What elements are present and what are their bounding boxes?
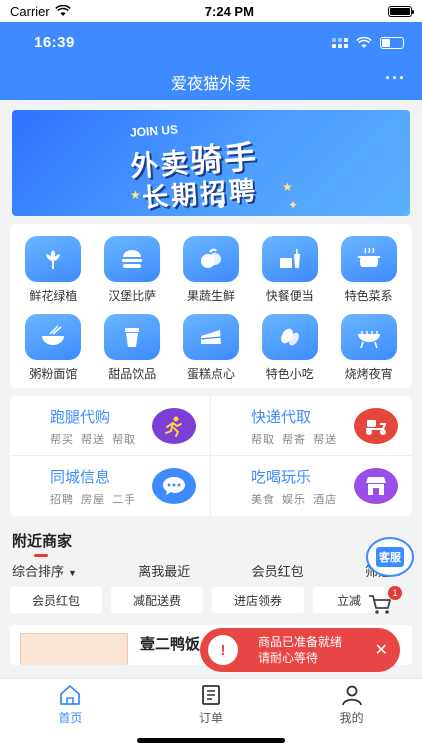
toast-line: 商品已准备就绪: [258, 635, 343, 649]
service-express[interactable]: 快递代取 帮取 帮寄 帮送: [211, 396, 412, 456]
category-label: 果蔬生鲜: [186, 289, 235, 303]
service-local-info[interactable]: 同城信息 招聘 房屋 二手: [10, 456, 211, 516]
category-cake[interactable]: 蛋糕点心: [172, 314, 251, 382]
carrier-group: Carrier: [10, 4, 71, 19]
drink-icon: [104, 314, 161, 360]
app-header: 16:39 爱夜猫外卖 ···: [0, 22, 422, 100]
snack-icon: [261, 314, 318, 360]
cart-button[interactable]: 1: [368, 586, 402, 621]
category-cuisine[interactable]: 特色菜系: [329, 236, 408, 304]
pot-icon: [340, 236, 397, 282]
category-noodles[interactable]: 粥粉面馆: [14, 314, 93, 382]
category-snacks[interactable]: 特色小吃: [250, 314, 329, 382]
sort-comprehensive[interactable]: 综合排序 ▼: [12, 561, 77, 581]
star-icon: ★: [282, 180, 293, 194]
toast-message: 商品已准备就绪 请耐心等待: [258, 634, 342, 666]
grill-icon: [340, 314, 397, 360]
store-icon: [354, 468, 398, 504]
category-label: 蛋糕点心: [186, 367, 235, 381]
tab-label: 首页: [58, 711, 83, 725]
category-label: 粥粉面馆: [29, 367, 78, 381]
bottom-tab-bar: 首页 订单 我的: [0, 678, 422, 750]
signal-icon: [332, 37, 348, 48]
tab-label: 订单: [199, 711, 224, 725]
filter-chip-store-coupon[interactable]: 进店领券: [212, 587, 304, 613]
toast-line: 请耐心等待: [258, 651, 319, 665]
close-icon[interactable]: ✕: [375, 640, 388, 660]
tab-label: 我的: [339, 711, 364, 725]
order-icon: [202, 685, 220, 705]
recruitment-banner[interactable]: JOIN US 外卖骑手 长期招聘 ★ ★ ✦: [12, 110, 410, 216]
flower-icon: [25, 236, 82, 282]
category-fastfood[interactable]: 快餐便当: [250, 236, 329, 304]
services-card: 跑腿代购 帮买 帮送 帮取 快递代取 帮取 帮寄 帮送 同城信息 招聘 房屋 二…: [10, 396, 412, 516]
category-drinks[interactable]: 甜品饮品: [93, 314, 172, 382]
filter-chip-reduced-delivery[interactable]: 减配送费: [111, 587, 203, 613]
home-indicator: [137, 738, 285, 743]
service-errand[interactable]: 跑腿代购 帮买 帮送 帮取: [10, 396, 211, 456]
battery-icon: [388, 5, 414, 17]
cake-icon: [182, 314, 239, 360]
category-grid-card: 鲜花绿植 汉堡比萨 果蔬生鲜 快餐便当 特色菜系 粥粉面馆 甜品饮品 蛋糕点心: [10, 224, 412, 388]
fastfood-icon: [261, 236, 318, 282]
category-flowers[interactable]: 鲜花绿植: [14, 236, 93, 304]
sort-label: 综合排序: [12, 564, 65, 579]
page-title: 爱夜猫外卖: [170, 76, 251, 93]
battery-icon: [380, 36, 404, 49]
nearby-section-title: 附近商家: [12, 530, 72, 557]
category-label: 特色小吃: [265, 367, 314, 381]
customer-service-label: 客服: [376, 547, 404, 567]
device-time: 7:24 PM: [204, 3, 254, 19]
category-label: 特色菜系: [344, 289, 393, 303]
category-label: 快餐便当: [265, 289, 314, 303]
banner-subline: 长期招聘: [141, 174, 260, 214]
filter-chip-member-coupon[interactable]: 会员红包: [10, 587, 102, 613]
banner-page-indicator[interactable]: [218, 202, 224, 208]
tab-profile[interactable]: 我的: [281, 679, 422, 750]
category-label: 汉堡比萨: [108, 289, 157, 303]
alert-icon: !: [208, 635, 238, 665]
scooter-icon: [354, 408, 398, 444]
profile-icon: [341, 685, 362, 706]
bowl-icon: [25, 314, 82, 360]
order-status-toast: ! 商品已准备就绪 请耐心等待 ✕: [200, 628, 400, 672]
sort-nearest[interactable]: 离我最近: [138, 561, 190, 581]
customer-service-button[interactable]: 客服: [366, 537, 414, 577]
carrier-label: Carrier: [10, 3, 50, 19]
sort-member-coupon[interactable]: 会员红包: [252, 561, 304, 581]
category-bbq[interactable]: 烧烤夜宵: [329, 314, 408, 382]
device-status-bar: Carrier 7:24 PM: [0, 0, 422, 22]
category-label: 烧烤夜宵: [344, 367, 393, 381]
tab-home[interactable]: 首页: [0, 679, 141, 750]
star-icon: ✦: [288, 198, 299, 212]
home-icon: [60, 685, 81, 705]
category-label: 甜品饮品: [108, 367, 157, 381]
app-status-icons: [332, 36, 404, 49]
cart-count-badge: 1: [388, 586, 402, 600]
star-icon: ★: [130, 188, 141, 202]
cart-icon: [369, 595, 391, 614]
filter-chips: 会员红包 减配送费 进店领券 立减: [0, 581, 422, 613]
service-entertainment[interactable]: 吃喝玩乐 美食 娱乐 酒店: [211, 456, 412, 516]
burger-icon: [104, 236, 161, 282]
shop-thumbnail: [20, 633, 128, 665]
wifi-icon: [356, 36, 372, 48]
shop-name: 壹二鸭饭: [140, 636, 201, 653]
chat-icon: [152, 468, 196, 504]
more-menu-button[interactable]: ···: [385, 68, 406, 89]
caret-down-icon: ▼: [68, 568, 77, 578]
runner-icon: [152, 408, 196, 444]
category-fruit[interactable]: 果蔬生鲜: [172, 236, 251, 304]
wifi-icon: [54, 5, 71, 16]
fruit-icon: [182, 236, 239, 282]
category-burger[interactable]: 汉堡比萨: [93, 236, 172, 304]
app-status-bar: 16:39: [0, 22, 422, 51]
app-time: 16:39: [34, 34, 75, 51]
category-label: 鲜花绿植: [29, 289, 78, 303]
sort-bar: 综合排序▼ 离我最近 会员红包 筛选▼: [0, 551, 422, 581]
